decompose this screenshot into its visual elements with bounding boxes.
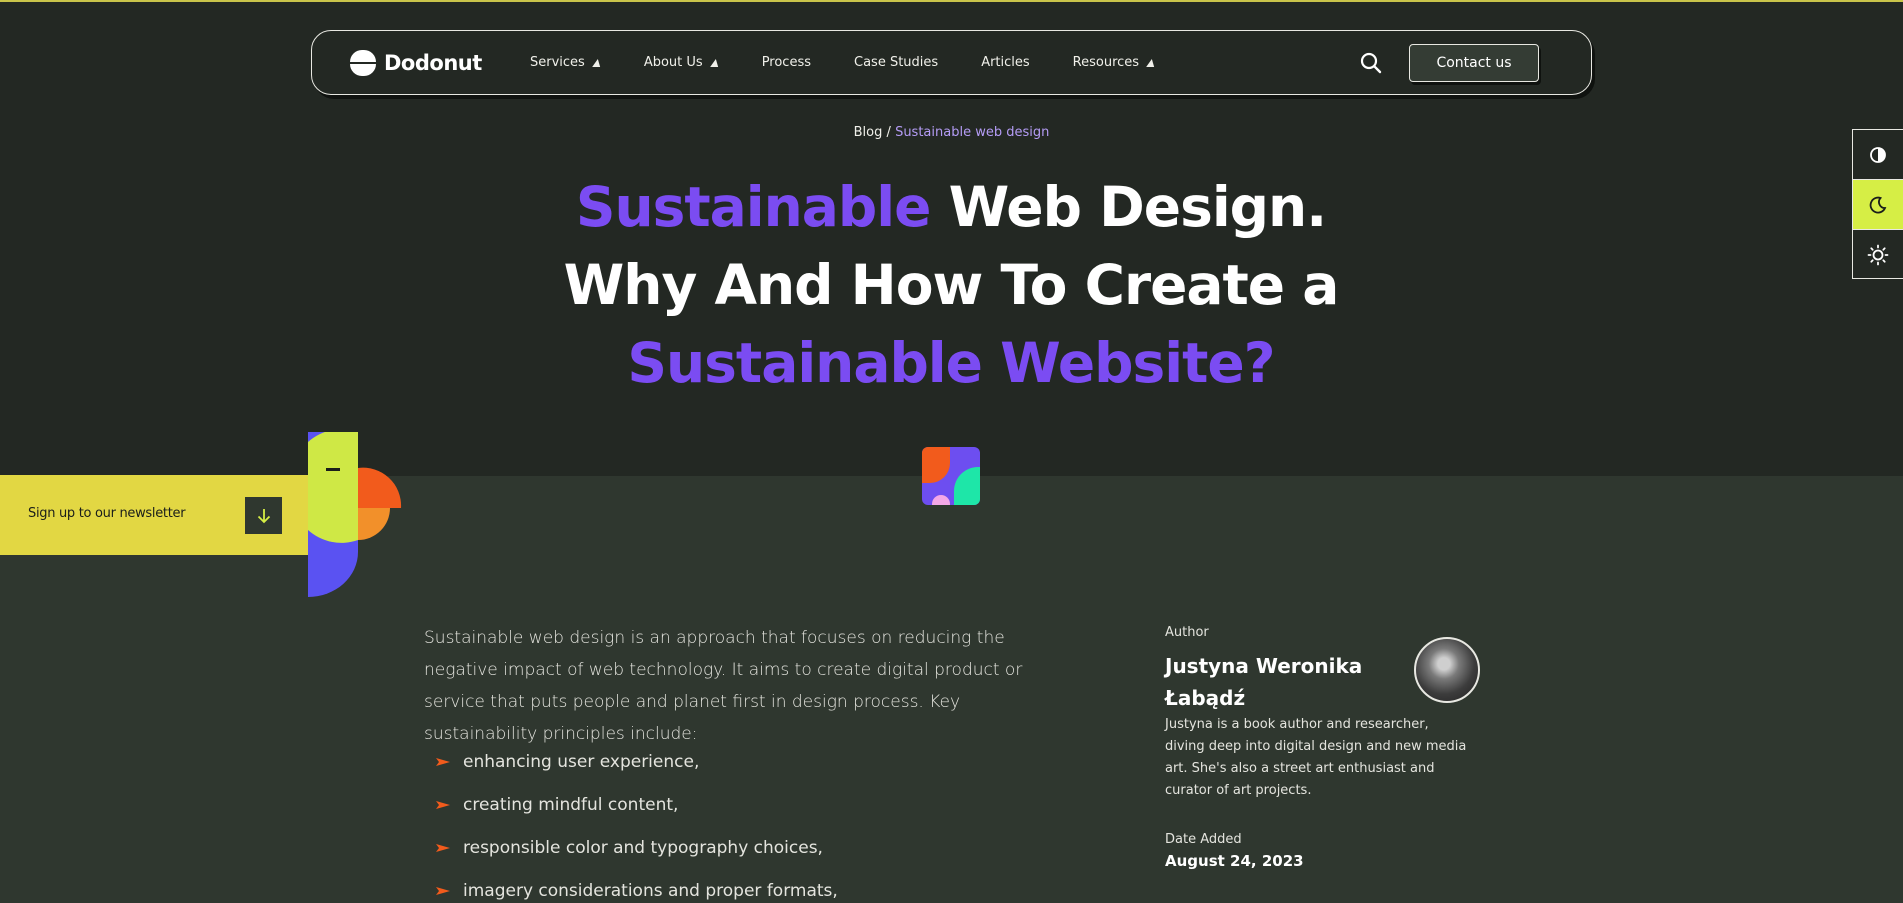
- newsletter-button[interactable]: [245, 497, 282, 534]
- breadcrumb-separator: /: [886, 125, 891, 140]
- date-label: Date Added: [1165, 832, 1242, 847]
- list-item-text: creating mindful content,: [463, 794, 679, 815]
- theme-switcher: [1852, 129, 1903, 279]
- list-item: enhancing user experience,: [436, 740, 1076, 783]
- logo-icon: [350, 50, 376, 76]
- title-text: Web Design.: [930, 175, 1327, 239]
- page-title: Sustainable Web Design. Why And How To C…: [480, 168, 1422, 402]
- nav-item-resources[interactable]: Resources: [1072, 55, 1156, 70]
- avatar[interactable]: [1414, 637, 1480, 703]
- search-button[interactable]: [1359, 51, 1383, 75]
- search-icon: [1360, 52, 1382, 74]
- title-accent: Sustainable Website?: [627, 331, 1275, 395]
- nav-item-about-us[interactable]: About Us: [643, 55, 720, 70]
- caret-icon: [591, 59, 602, 67]
- logo[interactable]: Dodonut: [350, 49, 482, 77]
- bullet-arrow-icon: [436, 886, 450, 895]
- newsletter-label: Sign up to our newsletter: [28, 506, 186, 521]
- theme-dark-button[interactable]: [1853, 180, 1903, 230]
- title-accent: Sustainable: [575, 175, 932, 239]
- bullet-arrow-icon: [436, 800, 450, 809]
- top-accent-line: [0, 0, 1903, 2]
- nav-item-case-studies[interactable]: Case Studies: [854, 55, 938, 70]
- principles-list: enhancing user experience, creating mind…: [436, 740, 1076, 903]
- list-item-text: enhancing user experience,: [463, 751, 700, 772]
- caret-icon: [1146, 59, 1156, 67]
- sun-icon: [1867, 244, 1889, 266]
- list-item-text: imagery considerations and proper format…: [463, 880, 838, 901]
- nav-item-label: Articles: [981, 55, 1030, 70]
- newsletter-banner[interactable]: Sign up to our newsletter: [0, 475, 310, 555]
- contrast-icon: [1870, 146, 1886, 163]
- category-icon: [922, 447, 980, 505]
- nav-item-label: Resources: [1072, 55, 1140, 70]
- title-text: Why And How To Create a: [563, 253, 1340, 317]
- contact-us-button[interactable]: Contact us: [1409, 44, 1539, 82]
- breadcrumb-current: Sustainable web design: [895, 125, 1050, 140]
- nav-item-label: Process: [761, 55, 812, 70]
- nav-item-process[interactable]: Process: [762, 55, 811, 70]
- breadcrumb: Blog / Sustainable web design: [0, 125, 1903, 140]
- arrow-down-icon: [257, 508, 270, 523]
- bullet-arrow-icon: [436, 843, 450, 852]
- bullet-arrow-icon: [436, 757, 450, 766]
- author-name[interactable]: Justyna Weronika Łabądź: [1165, 650, 1365, 714]
- nav-menu: Services About Us Process Case Studies A…: [530, 31, 1198, 94]
- nav-item-articles[interactable]: Articles: [981, 55, 1029, 70]
- date-value: August 24, 2023: [1165, 852, 1304, 870]
- theme-light-button[interactable]: [1853, 230, 1903, 280]
- list-item-text: responsible color and typography choices…: [463, 837, 823, 858]
- bird-illustration-icon: [308, 432, 402, 597]
- nav-item-services[interactable]: Services: [530, 55, 602, 70]
- author-label: Author: [1165, 625, 1209, 640]
- nav-item-label: Services: [530, 55, 585, 70]
- article-intro: Sustainable web design is an approach th…: [424, 628, 1023, 744]
- logo-text: Dodonut: [384, 51, 482, 75]
- nav-item-label: Case Studies: [854, 55, 939, 70]
- author-bio: Justyna is a book author and researcher,…: [1165, 717, 1467, 798]
- list-item: imagery considerations and proper format…: [436, 869, 1076, 903]
- moon-icon: [1869, 196, 1887, 213]
- caret-icon: [709, 59, 720, 67]
- main-nav: Dodonut Services About Us Process Case S…: [311, 30, 1592, 95]
- theme-contrast-button[interactable]: [1853, 130, 1903, 180]
- list-item: responsible color and typography choices…: [436, 826, 1076, 869]
- breadcrumb-blog-link[interactable]: Blog: [854, 125, 883, 140]
- list-item: creating mindful content,: [436, 783, 1076, 826]
- nav-item-label: About Us: [643, 55, 703, 70]
